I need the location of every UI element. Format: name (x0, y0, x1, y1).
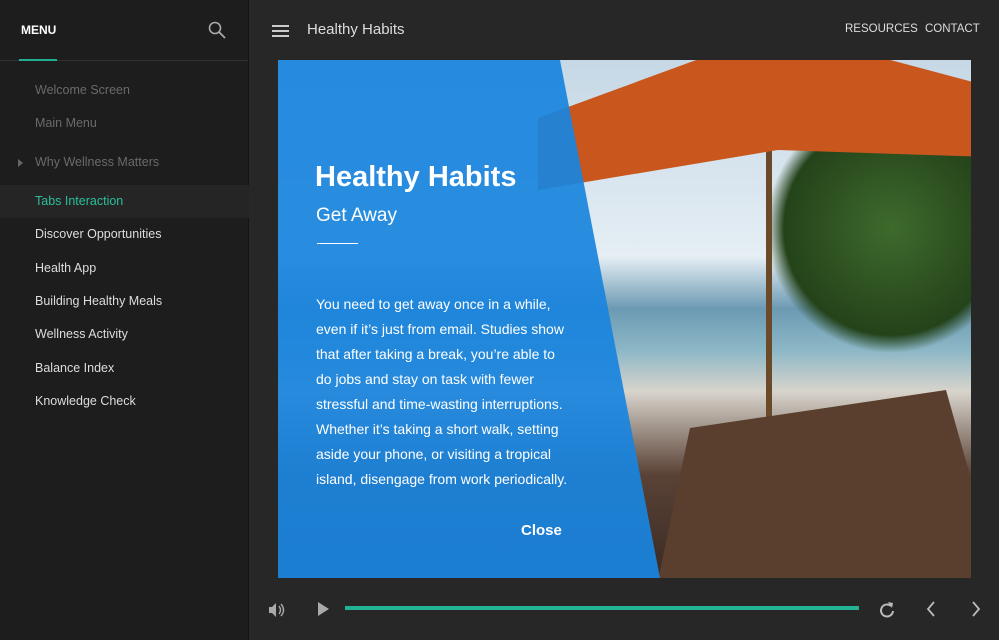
contact-link[interactable]: CONTACT (925, 23, 980, 35)
sidebar-item-why-wellness-matters[interactable]: Why Wellness Matters (0, 146, 249, 179)
search-icon[interactable] (208, 21, 226, 39)
slide-subtitle: Get Away (316, 205, 397, 226)
sidebar-item-label: Tabs Interaction (35, 194, 124, 208)
sidebar-item-main-menu[interactable]: Main Menu (0, 107, 249, 140)
previous-icon[interactable] (926, 601, 936, 617)
course-title: Healthy Habits (307, 21, 405, 38)
play-icon[interactable] (318, 602, 329, 616)
sidebar: MENU Welcome Screen Main Menu Why Wellne… (0, 0, 249, 640)
sidebar-item-label: Welcome Screen (35, 83, 130, 97)
sidebar-item-building-healthy-meals[interactable]: Building Healthy Meals (0, 285, 249, 318)
sidebar-item-label: Wellness Activity (35, 327, 128, 341)
replay-icon[interactable] (879, 601, 895, 618)
sidebar-item-balance-index[interactable]: Balance Index (0, 352, 249, 385)
next-icon[interactable] (971, 601, 981, 617)
sidebar-item-label: Balance Index (35, 361, 115, 375)
background-photo-trees (771, 140, 971, 360)
sidebar-item-wellness-activity[interactable]: Wellness Activity (0, 318, 249, 351)
volume-icon[interactable] (268, 602, 286, 618)
sidebar-header: MENU (0, 0, 248, 61)
background-photo-umbrella-pole (766, 120, 772, 420)
progress-fill (345, 606, 859, 610)
sidebar-item-label: Health App (35, 261, 97, 275)
close-button[interactable]: Close (521, 522, 562, 539)
sidebar-item-health-app[interactable]: Health App (0, 252, 249, 285)
sidebar-item-welcome-screen[interactable]: Welcome Screen (0, 74, 249, 107)
resources-link[interactable]: RESOURCES (845, 23, 918, 35)
sidebar-item-label: Main Menu (35, 116, 97, 130)
sidebar-item-discover-opportunities[interactable]: Discover Opportunities (0, 218, 249, 251)
slide-body: You need to get away once in a while, ev… (316, 296, 568, 487)
sidebar-item-label: Knowledge Check (35, 394, 136, 408)
slide-title: Healthy Habits (315, 161, 517, 193)
sidebar-item-label: Building Healthy Meals (35, 294, 163, 308)
menu-tab[interactable]: MENU (21, 23, 56, 37)
sidebar-item-label: Why Wellness Matters (35, 155, 160, 169)
progress-bar[interactable] (345, 606, 859, 610)
sidebar-item-label: Discover Opportunities (35, 227, 162, 241)
menu-tab-indicator (19, 59, 57, 61)
caret-right-icon[interactable] (18, 159, 23, 167)
sidebar-item-knowledge-check[interactable]: Knowledge Check (0, 385, 249, 418)
sidebar-item-tabs-interaction[interactable]: Tabs Interaction (0, 185, 249, 218)
hamburger-menu-icon[interactable] (272, 25, 289, 37)
background-photo-lounger (658, 390, 971, 578)
slide: Healthy Habits Get Away You need to get … (278, 60, 971, 578)
divider (317, 243, 358, 244)
